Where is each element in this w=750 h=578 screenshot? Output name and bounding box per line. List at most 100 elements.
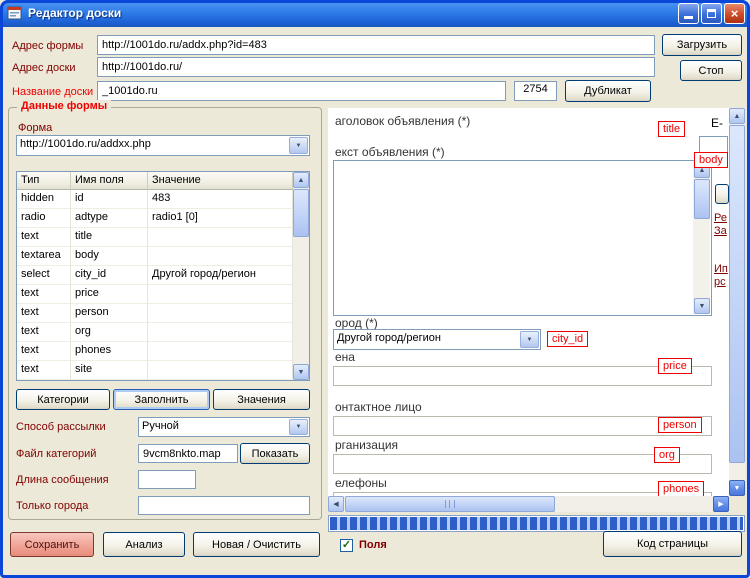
scroll-down-icon[interactable]: ▼ — [694, 298, 710, 314]
scrollbar-thumb[interactable] — [694, 179, 710, 219]
page-code-button[interactable]: Код страницы — [603, 531, 742, 557]
categories-button[interactable]: Категории — [16, 389, 110, 410]
maximize-icon — [707, 9, 716, 18]
message-length-input[interactable] — [138, 470, 196, 489]
new-clear-button[interactable]: Новая / Очистить — [193, 532, 320, 557]
scrollbar-thumb[interactable] — [345, 496, 555, 512]
preview-button-fragment[interactable] — [715, 184, 729, 204]
preview-link[interactable]: Ре — [714, 212, 727, 224]
close-button[interactable]: × — [724, 3, 745, 24]
preview-body-textarea[interactable]: ▲ ▼ — [333, 160, 712, 316]
fields-checkbox[interactable]: ✓ — [340, 539, 353, 552]
field-tag-body: body — [694, 152, 728, 168]
preview-link[interactable]: За — [714, 225, 727, 237]
board-address-label: Адрес доски — [12, 62, 76, 74]
table-row[interactable]: textsite — [17, 361, 309, 380]
table-row[interactable]: textprice — [17, 285, 309, 304]
scrollbar-thumb[interactable] — [293, 189, 309, 237]
minimize-button[interactable] — [678, 3, 699, 24]
field-tag-city-id: city_id — [547, 331, 588, 347]
table-row[interactable]: textperson — [17, 304, 309, 323]
field-tag-phones: phones — [658, 481, 704, 496]
preview-org-label: рганизация — [335, 438, 398, 452]
window-title: Редактор доски — [28, 6, 673, 20]
preview-person-input[interactable] — [333, 416, 712, 436]
categories-file-input[interactable] — [138, 444, 238, 463]
analyze-button[interactable]: Анализ — [103, 532, 185, 557]
cities-only-label: Только города — [16, 500, 88, 512]
dropdown-arrow-icon[interactable]: ▼ — [289, 419, 308, 435]
field-tag-person: person — [658, 417, 702, 433]
scrollbar-thumb[interactable] — [729, 125, 745, 463]
load-button[interactable]: Загрузить — [662, 34, 742, 56]
message-length-label: Длина сообщения — [16, 474, 109, 486]
preview-horizontal-scrollbar[interactable]: ◀ ▶ — [328, 496, 729, 512]
scroll-down-icon[interactable]: ▼ — [729, 480, 745, 496]
preview-phones-label: елефоны — [335, 476, 387, 490]
save-button[interactable]: Сохранить — [10, 532, 94, 557]
form-label: Форма — [18, 122, 52, 134]
app-window: Редактор доски × Адрес формы Загрузить А… — [0, 0, 750, 578]
board-name-label: Название доски — [12, 86, 93, 98]
preview-price-input[interactable] — [333, 366, 712, 386]
maximize-button[interactable] — [701, 3, 722, 24]
fill-button[interactable]: Заполнить — [113, 389, 210, 410]
preview-vertical-scrollbar[interactable]: ▲ ▼ — [729, 108, 745, 496]
categories-file-label: Файл категорий — [16, 448, 96, 460]
preview-person-label: онтактное лицо — [335, 400, 422, 414]
table-row[interactable]: selectcity_idДругой город/регион — [17, 266, 309, 285]
progress-strip — [328, 515, 745, 532]
table-row[interactable]: textorg — [17, 323, 309, 342]
field-tag-price: price — [658, 358, 692, 374]
titlebar[interactable]: Редактор доски × — [0, 0, 750, 27]
groupbox-title: Данные формы — [17, 100, 111, 112]
show-button[interactable]: Показать — [240, 443, 310, 464]
preview-link[interactable]: рс — [714, 276, 726, 288]
column-header-value[interactable]: Значение — [148, 172, 293, 190]
send-method-label: Способ рассылки — [16, 421, 106, 433]
table-row[interactable]: radioadtyperadio1 [0] — [17, 209, 309, 228]
board-address-input[interactable] — [97, 57, 655, 77]
table-row[interactable]: textareabody — [17, 247, 309, 266]
scroll-right-icon[interactable]: ▶ — [713, 496, 729, 512]
scrollbar-corner — [729, 496, 745, 512]
textarea-scrollbar[interactable]: ▲ ▼ — [693, 162, 710, 314]
progress-bars — [330, 517, 743, 530]
preview-body-label: екст объявления (*) — [335, 145, 445, 159]
scroll-left-icon[interactable]: ◀ — [328, 496, 344, 512]
thumb-grip — [445, 500, 455, 508]
table-scrollbar[interactable]: ▲ ▼ — [293, 172, 309, 380]
minimize-icon — [684, 16, 693, 19]
check-icon: ✓ — [342, 540, 351, 551]
form-address-input[interactable] — [97, 35, 655, 55]
scroll-up-icon[interactable]: ▲ — [293, 172, 309, 188]
cities-only-input[interactable] — [138, 496, 310, 515]
send-method-select[interactable]: Ручной ▼ — [138, 417, 310, 437]
counter-value: 2754 — [514, 81, 557, 101]
preview-price-label: ена — [335, 350, 355, 364]
table-row[interactable]: hiddenid483 — [17, 190, 309, 209]
values-button[interactable]: Значения — [213, 389, 310, 410]
table-row[interactable]: texttitle — [17, 228, 309, 247]
board-name-input[interactable] — [97, 81, 506, 101]
page-preview: аголовок объявления (*) title E- екст об… — [328, 108, 729, 496]
dropdown-arrow-icon[interactable]: ▼ — [289, 137, 308, 154]
form-fields-table: Тип Имя поля Значение hiddenid483 radioa… — [16, 171, 310, 381]
dropdown-arrow-icon[interactable]: ▼ — [520, 331, 539, 348]
form-url-select[interactable]: http://1001do.ru/addxx.php ▼ — [16, 135, 310, 156]
stop-button[interactable]: Стоп — [680, 60, 742, 81]
field-tag-org: org — [654, 447, 680, 463]
preview-city-select[interactable]: Другой город/регион ▼ — [333, 329, 541, 350]
column-header-type[interactable]: Тип — [17, 172, 71, 190]
duplicate-button[interactable]: Дубликат — [565, 80, 651, 102]
fields-checkbox-label: Поля — [359, 539, 387, 551]
scroll-up-icon[interactable]: ▲ — [729, 108, 745, 124]
app-icon — [7, 5, 23, 21]
close-icon: × — [731, 7, 739, 20]
table-row[interactable]: textphones — [17, 342, 309, 361]
scroll-down-icon[interactable]: ▼ — [293, 364, 309, 380]
preview-link[interactable]: Ип — [714, 263, 728, 275]
preview-email-fragment: E- — [711, 116, 723, 130]
form-address-label: Адрес формы — [12, 40, 83, 52]
column-header-name[interactable]: Имя поля — [71, 172, 148, 190]
